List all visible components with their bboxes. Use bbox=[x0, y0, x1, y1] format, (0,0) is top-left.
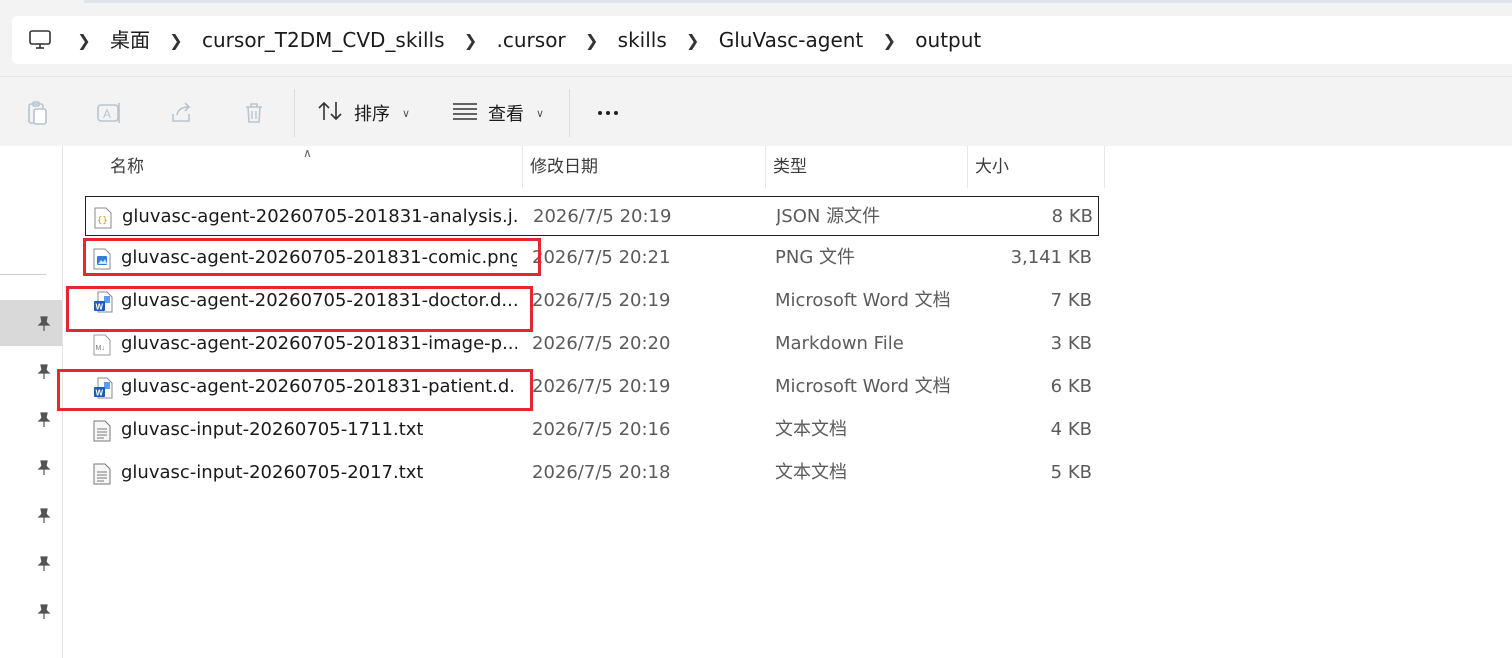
table-row[interactable]: {} gluvasc-agent-20260705-201831-analysi… bbox=[85, 196, 1099, 236]
markdown-file-icon: M↓ bbox=[93, 334, 113, 356]
file-date: 2026/7/5 20:16 bbox=[532, 419, 671, 440]
chevron-right-icon[interactable]: ❯ bbox=[449, 31, 493, 50]
file-date: 2026/7/5 20:19 bbox=[533, 206, 672, 227]
breadcrumb-item-cursor[interactable]: .cursor bbox=[493, 16, 570, 64]
command-bar: A 排序 ∨ 查看 ∨ bbox=[0, 76, 1512, 147]
breadcrumb-item-project[interactable]: cursor_T2DM_CVD_skills bbox=[198, 16, 449, 64]
column-date[interactable]: 修改日期 bbox=[523, 146, 766, 188]
file-date: 2026/7/5 20:19 bbox=[532, 376, 671, 397]
delete-icon[interactable] bbox=[238, 97, 270, 129]
text-file-icon bbox=[93, 420, 113, 442]
share-icon[interactable] bbox=[166, 97, 198, 129]
file-name[interactable]: gluvasc-agent-20260705-201831-analysis.j… bbox=[122, 197, 518, 237]
pin-icon[interactable] bbox=[34, 458, 54, 478]
address-top-line bbox=[84, 0, 1512, 3]
file-date: 2026/7/5 20:19 bbox=[532, 290, 671, 311]
json-file-icon: {} bbox=[94, 207, 114, 229]
nav-divider bbox=[0, 274, 46, 275]
column-size[interactable]: 大小 bbox=[968, 146, 1105, 188]
toolbar-divider bbox=[569, 89, 570, 137]
computer-icon[interactable] bbox=[18, 16, 62, 64]
pin-icon[interactable] bbox=[34, 410, 54, 430]
file-size: 3 KB bbox=[1050, 333, 1092, 354]
svg-text:M↓: M↓ bbox=[96, 345, 105, 352]
sort-icon bbox=[318, 100, 344, 127]
sort-button[interactable]: 排序 ∨ bbox=[318, 92, 410, 134]
chevron-right-icon[interactable]: ❯ bbox=[154, 31, 198, 50]
table-row[interactable]: gluvasc-input-20260705-2017.txt 2026/7/5… bbox=[85, 453, 1099, 493]
pin-icon[interactable] bbox=[34, 314, 54, 334]
text-file-icon bbox=[93, 463, 113, 485]
sort-label: 排序 bbox=[354, 104, 390, 125]
pin-icon[interactable] bbox=[34, 554, 54, 574]
table-row[interactable]: gluvasc-input-20260705-1711.txt 2026/7/5… bbox=[85, 410, 1099, 450]
file-size: 5 KB bbox=[1050, 462, 1092, 483]
rename-icon[interactable]: A bbox=[94, 97, 126, 129]
column-type[interactable]: 类型 bbox=[766, 146, 968, 188]
file-name[interactable]: gluvasc-input-20260705-2017.txt bbox=[121, 453, 517, 493]
column-header: 名称 修改日期 类型 大小 bbox=[103, 146, 1105, 188]
pin-icon[interactable] bbox=[34, 362, 54, 382]
file-type: Microsoft Word 文档 bbox=[775, 376, 951, 397]
pin-icon[interactable] bbox=[34, 602, 54, 622]
view-label: 查看 bbox=[488, 104, 524, 125]
annotation-box-comic bbox=[83, 238, 541, 276]
annotation-box-patient bbox=[57, 369, 533, 411]
chevron-right-icon[interactable]: ❯ bbox=[570, 31, 614, 50]
chevron-right-icon[interactable]: ❯ bbox=[671, 31, 715, 50]
svg-text:{}: {} bbox=[97, 216, 108, 226]
more-icon[interactable] bbox=[588, 97, 628, 129]
clipboard-icon[interactable] bbox=[22, 97, 54, 129]
file-date: 2026/7/5 20:18 bbox=[532, 462, 671, 483]
file-name[interactable]: gluvasc-input-20260705-1711.txt bbox=[121, 410, 517, 450]
breadcrumb[interactable]: ❯ 桌面 ❯ cursor_T2DM_CVD_skills ❯ .cursor … bbox=[12, 16, 1512, 64]
chevron-down-icon: ∨ bbox=[402, 106, 411, 120]
file-size: 3,141 KB bbox=[1010, 247, 1092, 268]
pin-icon[interactable] bbox=[34, 506, 54, 526]
breadcrumb-item-skills[interactable]: skills bbox=[614, 16, 671, 64]
file-size: 4 KB bbox=[1050, 419, 1092, 440]
chevron-down-icon: ∨ bbox=[536, 106, 545, 120]
breadcrumb-item-output[interactable]: output bbox=[911, 16, 985, 64]
file-type: 文本文档 bbox=[775, 419, 847, 440]
chevron-right-icon[interactable]: ❯ bbox=[867, 31, 911, 50]
chevron-right-icon[interactable]: ❯ bbox=[62, 31, 106, 50]
file-type: Microsoft Word 文档 bbox=[775, 290, 951, 311]
svg-text:A: A bbox=[103, 107, 111, 121]
file-type: JSON 源文件 bbox=[776, 206, 881, 227]
view-list-icon bbox=[452, 102, 478, 125]
file-size: 8 KB bbox=[1051, 206, 1093, 227]
breadcrumb-item-agent[interactable]: GluVasc-agent bbox=[715, 16, 868, 64]
navigation-pane[interactable] bbox=[0, 146, 63, 658]
toolbar-divider bbox=[294, 89, 295, 137]
file-type: PNG 文件 bbox=[775, 247, 855, 268]
file-size: 6 KB bbox=[1050, 376, 1092, 397]
file-type: 文本文档 bbox=[775, 462, 847, 483]
file-size: 7 KB bbox=[1050, 290, 1092, 311]
annotation-box-doctor bbox=[66, 286, 533, 332]
file-type: Markdown File bbox=[775, 333, 904, 354]
view-button[interactable]: 查看 ∨ bbox=[452, 92, 544, 134]
file-date: 2026/7/5 20:20 bbox=[532, 333, 671, 354]
breadcrumb-item-desktop[interactable]: 桌面 bbox=[106, 16, 154, 64]
address-strip: ❯ 桌面 ❯ cursor_T2DM_CVD_skills ❯ .cursor … bbox=[0, 0, 1512, 76]
file-date: 2026/7/5 20:21 bbox=[532, 247, 671, 268]
column-name[interactable]: 名称 bbox=[103, 146, 523, 188]
